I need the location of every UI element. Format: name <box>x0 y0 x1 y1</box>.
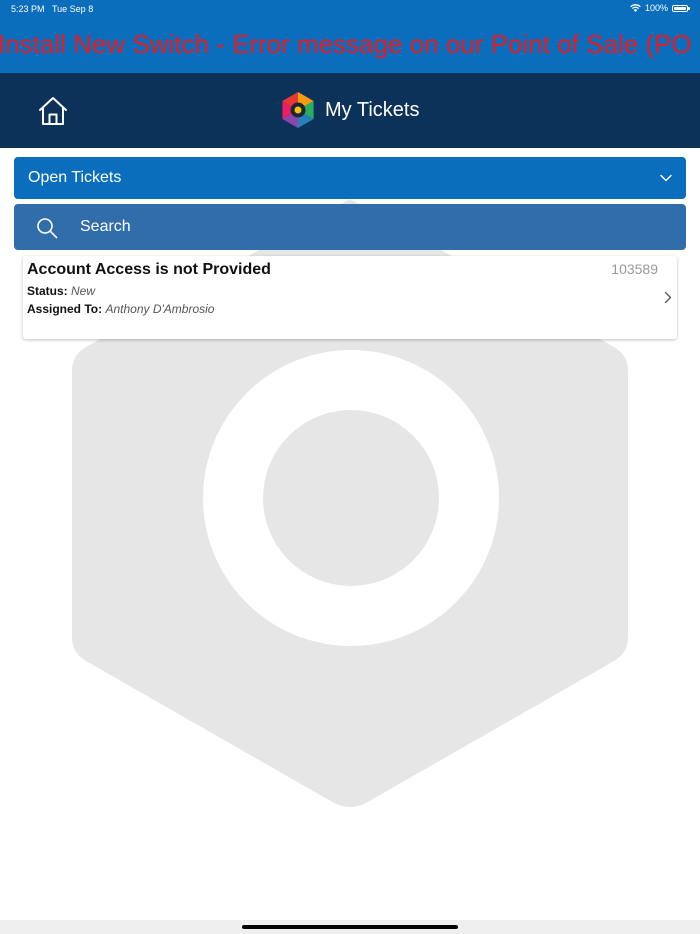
home-indicator[interactable] <box>242 925 458 929</box>
status-value: New <box>71 284 96 298</box>
assigned-value: Anthony D'Ambrosio <box>105 302 215 316</box>
search-bar <box>14 204 686 250</box>
battery-percent: 100% <box>644 3 668 13</box>
bottom-safe-area <box>0 920 700 934</box>
wifi-icon <box>630 4 641 12</box>
ticket-filter-dropdown[interactable]: Open Tickets <box>14 157 686 199</box>
assigned-label: Assigned To: <box>27 302 103 316</box>
status-label: Status: <box>27 284 68 298</box>
ticket-assigned-row: Assigned To: Anthony D'Ambrosio <box>27 302 214 316</box>
filter-selected-label: Open Tickets <box>28 169 122 186</box>
ticket-banner: Install New Switch - Error message on ou… <box>0 18 700 73</box>
status-right: 100% <box>630 3 690 13</box>
page-title: My Tickets <box>325 98 420 121</box>
nav-bar: My Tickets <box>0 73 700 148</box>
ticket-status-row: Status: New <box>27 284 95 298</box>
chevron-right-icon <box>664 291 672 304</box>
search-icon <box>37 218 58 239</box>
ticket-subject: Account Access is not Provided <box>27 261 271 278</box>
home-button[interactable] <box>36 94 70 128</box>
status-time: 5:23 PM <box>11 4 45 14</box>
status-bar: 5:23 PM Tue Sep 8 100% <box>0 0 700 18</box>
banner-text: Install New Switch - Error message on ou… <box>0 29 692 59</box>
nav-title: My Tickets <box>280 90 419 130</box>
chevron-down-icon <box>660 174 672 182</box>
ticket-card[interactable]: Account Access is not Provided 103589 St… <box>23 256 677 339</box>
home-icon <box>39 97 67 125</box>
search-input[interactable] <box>80 213 640 241</box>
ticket-id: 103589 <box>611 261 658 277</box>
app-logo-icon <box>282 92 314 128</box>
battery-icon <box>672 4 690 12</box>
status-date: Tue Sep 8 <box>52 4 94 14</box>
